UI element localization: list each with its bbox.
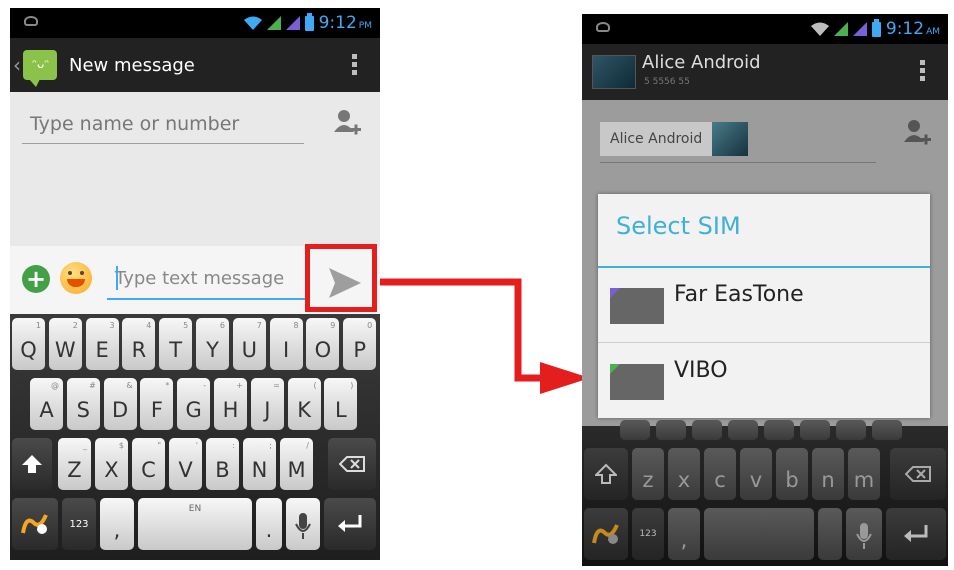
sim-option-far-eastone[interactable]: Far EasTone — [598, 268, 930, 342]
keyboard-row-3-right: zxcvbnm — [582, 448, 948, 504]
symbols-key-right[interactable]: 123 — [632, 508, 664, 560]
key-v[interactable]: v — [740, 448, 772, 500]
sim-option-vibo[interactable]: VIBO — [598, 344, 930, 418]
swype-icon-right — [592, 524, 619, 544]
contact-name: Alice Android — [642, 52, 761, 73]
key-n[interactable]: n — [812, 448, 844, 500]
overflow-menu-icon-right[interactable] — [920, 60, 926, 81]
recipient-chip-avatar — [712, 122, 749, 156]
key-partial[interactable] — [620, 420, 650, 440]
keyboard-right: zxcvbnm 123 , — [582, 420, 948, 566]
mic-key-right[interactable] — [846, 508, 882, 560]
sim-divider — [598, 342, 930, 343]
key-m[interactable]: m — [848, 448, 880, 500]
key-x[interactable]: x — [668, 448, 700, 500]
sim-option-label: VIBO — [674, 358, 728, 383]
key-partial[interactable] — [800, 420, 830, 440]
recipient-chip[interactable]: Alice Android — [600, 122, 749, 156]
backspace-key-right[interactable] — [890, 448, 946, 500]
key-partial[interactable] — [764, 420, 794, 440]
status-ampm-right: AM — [926, 27, 940, 37]
right-phone: 9:12 AM Alice Android 5 5556 55 Alice An… — [582, 14, 948, 566]
dialog-title: Select SIM — [616, 212, 741, 240]
keyboard-row-4-right: 123 , — [582, 508, 948, 564]
key-c[interactable]: c — [704, 448, 736, 500]
enter-icon-right — [904, 525, 928, 542]
sim-card-icon — [610, 364, 664, 400]
add-contact-icon-right[interactable] — [902, 118, 932, 148]
sim-option-label: Far EasTone — [674, 282, 804, 307]
contact-number: 5 5556 55 — [644, 77, 690, 87]
period-key-right[interactable] — [818, 508, 842, 560]
key-partial[interactable] — [692, 420, 722, 440]
recipient-chip-label: Alice Android — [610, 131, 703, 147]
key-b[interactable]: b — [776, 448, 808, 500]
signal-icon-right-2 — [852, 22, 867, 36]
signal-icon-right — [833, 22, 848, 36]
sim-card-icon — [610, 288, 664, 324]
key-partial[interactable] — [728, 420, 758, 440]
recipient-underline — [600, 162, 876, 163]
swype-key-right[interactable] — [584, 508, 628, 560]
mic-icon-right — [856, 523, 872, 549]
backspace-icon-right — [905, 466, 931, 482]
wifi-icon-right — [810, 22, 829, 36]
shift-key-right[interactable] — [584, 448, 628, 500]
status-bar-right: 9:12 AM — [582, 14, 948, 44]
action-bar-right: Alice Android 5 5556 55 — [582, 44, 948, 100]
space-key-right[interactable] — [704, 508, 814, 560]
stage: 9:12 PM ‹ ᵔᴗᵔ New message Type name or n… — [0, 0, 954, 570]
key-partial[interactable] — [836, 420, 866, 440]
contact-avatar[interactable] — [592, 55, 636, 89]
key-partial[interactable] — [656, 420, 686, 440]
android-icon-right — [596, 22, 610, 32]
key-partial[interactable] — [872, 420, 902, 440]
shift-icon-right — [595, 463, 617, 484]
battery-icon-right — [871, 18, 881, 37]
select-sim-dialog: Select SIM Far EasTone VIBO — [598, 194, 930, 418]
key-z[interactable]: z — [632, 448, 664, 500]
status-time-right: 9:12 — [885, 19, 925, 39]
enter-key-right[interactable] — [886, 508, 946, 560]
keyboard-row-2-right — [582, 420, 948, 444]
comma-key-right[interactable]: , — [668, 508, 700, 560]
